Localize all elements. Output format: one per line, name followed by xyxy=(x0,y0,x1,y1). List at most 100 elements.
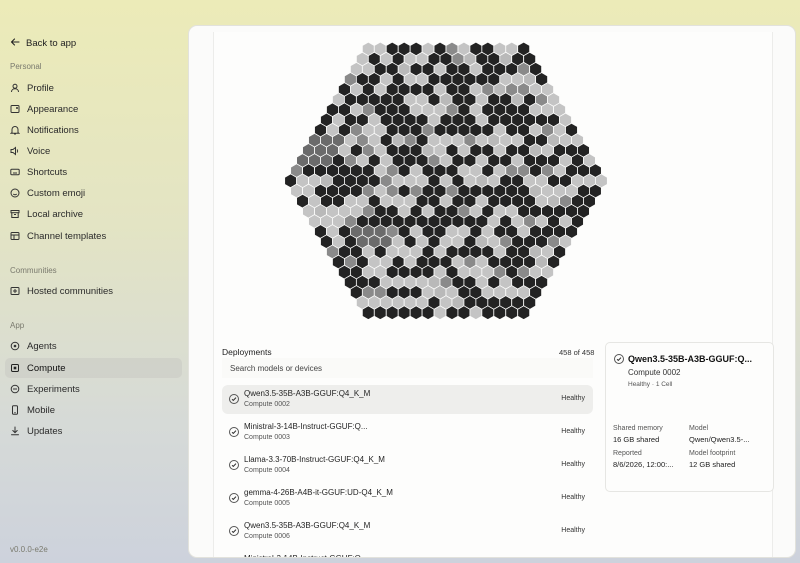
flask-icon xyxy=(10,384,20,394)
deployment-detail-card: Qwen3.5-35B-A3B-GGUF:Q... Compute 0002 H… xyxy=(605,342,774,492)
sidebar-item-label: Mobile xyxy=(27,404,55,416)
reported-label: Reported xyxy=(613,450,642,457)
back-to-app-link[interactable]: Back to app xyxy=(10,37,76,50)
model-value: Qwen/Qwen3.5-... xyxy=(689,435,750,444)
sidebar-item-label: Channel templates xyxy=(27,230,107,242)
sidebar-item-label: Profile xyxy=(27,82,54,94)
compute-cell[interactable] xyxy=(361,305,375,321)
sidebar-item-experiments[interactable]: Experiments xyxy=(5,379,182,399)
compute-cell[interactable] xyxy=(457,305,471,321)
app-version: v0.0.0-e2e xyxy=(10,545,48,554)
deployment-status: Healthy xyxy=(561,428,585,435)
sidebar-item-label: Compute xyxy=(27,362,66,374)
arrow-left-icon xyxy=(10,37,20,50)
agent-icon xyxy=(10,341,20,351)
deployment-name: Qwen3.5-35B-A3B-GGUF:Q4_K_M xyxy=(244,521,371,530)
deployment-device: Compute 0003 xyxy=(244,434,290,441)
deployment-status: Healthy xyxy=(561,461,585,468)
compute-cell[interactable] xyxy=(505,305,519,321)
check-circle-icon xyxy=(229,460,239,470)
compute-cell[interactable] xyxy=(373,305,387,321)
sidebar-item-profile[interactable]: Profile xyxy=(5,78,182,98)
detail-device: Compute 0002 xyxy=(628,368,681,377)
deployment-name: gemma-4-26B-A4B-it-GGUF:UD-Q4_K_M xyxy=(244,488,393,497)
deployment-row[interactable]: Ministral-3-14B-Instruct-GGUF:Q... Comput… xyxy=(222,418,593,447)
check-circle-icon xyxy=(229,394,239,404)
sidebar-item-notifications[interactable]: Notifications xyxy=(5,120,182,140)
deployment-name: Ministral-3-14B-Instruct-GGUF:Q... xyxy=(244,554,368,557)
palette-icon xyxy=(10,104,20,114)
compute-cell[interactable] xyxy=(517,305,531,321)
smile-icon xyxy=(10,188,20,198)
deployment-row[interactable]: Qwen3.5-35B-A3B-GGUF:Q4_K_M Compute 0006 H… xyxy=(222,517,593,546)
deployment-row[interactable]: Qwen3.5-35B-A3B-GGUF:Q4_K_M Compute 0002 H… xyxy=(222,385,593,414)
deployments-count: 458 of 458 xyxy=(559,348,595,357)
deployment-device: Compute 0005 xyxy=(244,500,290,507)
template-icon xyxy=(10,231,20,241)
sidebar-item-label: Custom emoji xyxy=(27,187,86,199)
server-icon xyxy=(10,286,20,296)
compute-cell[interactable] xyxy=(481,305,495,321)
reported-value: 8/6/2026, 12:00:... xyxy=(613,460,674,469)
speaker-icon xyxy=(10,146,20,156)
sidebar-item-voice[interactable]: Voice xyxy=(5,141,182,161)
section-personal: Personal xyxy=(10,62,42,71)
compute-cell[interactable] xyxy=(469,305,483,321)
detail-title: Qwen3.5-35B-A3B-GGUF:Q... xyxy=(628,354,753,364)
archive-icon xyxy=(10,209,20,219)
sidebar-item-updates[interactable]: Updates xyxy=(5,421,182,441)
section-communities: Communities xyxy=(10,266,57,275)
check-circle-icon xyxy=(614,354,624,364)
compute-hex-map[interactable] xyxy=(214,32,774,332)
sidebar-item-label: Agents xyxy=(27,340,57,352)
sidebar-item-label: Updates xyxy=(27,425,63,437)
phone-icon xyxy=(10,405,20,415)
deployment-row[interactable]: gemma-4-26B-A4B-it-GGUF:UD-Q4_K_M Compute… xyxy=(222,484,593,513)
compute-cell[interactable] xyxy=(433,305,447,321)
sidebar-item-appearance[interactable]: Appearance xyxy=(5,99,182,119)
sidebar-item-label: Hosted communities xyxy=(27,285,114,297)
deployment-device: Compute 0006 xyxy=(244,533,290,540)
compute-content: Deployments 458 of 458 Qwen3.5-35B-A3B-G… xyxy=(213,32,774,557)
check-circle-icon xyxy=(229,427,239,437)
check-circle-icon xyxy=(229,493,239,503)
sidebar-item-hosted-communities[interactable]: Hosted communities xyxy=(5,281,182,301)
sidebar-item-shortcuts[interactable]: Shortcuts xyxy=(5,162,182,182)
detail-meta: Healthy · 1 Cell xyxy=(628,381,673,388)
settings-sidebar: Back to app Personal Profile Appearance … xyxy=(0,0,188,563)
keyboard-icon xyxy=(10,167,20,177)
deployment-name: Ministral-3-14B-Instruct-GGUF:Q... xyxy=(244,422,368,431)
compute-cell[interactable] xyxy=(421,305,435,321)
sidebar-item-label: Experiments xyxy=(27,383,80,395)
compute-cell[interactable] xyxy=(409,305,423,321)
deployment-row[interactable]: Llama-3.3-70B-Instruct-GGUF:Q4_K_M Comput… xyxy=(222,451,593,480)
sidebar-item-label: Shortcuts xyxy=(27,166,68,178)
compute-cell[interactable] xyxy=(385,305,399,321)
sidebar-item-custom-emoji[interactable]: Custom emoji xyxy=(5,183,182,203)
deployment-row[interactable]: Ministral-3-14B-Instruct-GGUF:Q... xyxy=(222,550,593,557)
bell-icon xyxy=(10,125,20,135)
check-circle-icon xyxy=(229,526,239,536)
sidebar-item-mobile[interactable]: Mobile xyxy=(5,400,182,420)
back-to-app-label: Back to app xyxy=(26,38,77,49)
sidebar-item-channel-templates[interactable]: Channel templates xyxy=(5,226,182,246)
shared-memory-label: Shared memory xyxy=(613,425,663,432)
compute-panel: Deployments 458 of 458 Qwen3.5-35B-A3B-G… xyxy=(188,25,796,558)
model-label: Model xyxy=(689,425,709,432)
cpu-icon xyxy=(10,363,20,373)
deployment-name: Qwen3.5-35B-A3B-GGUF:Q4_K_M xyxy=(244,389,371,398)
sidebar-item-agents[interactable]: Agents xyxy=(5,336,182,356)
sidebar-item-label: Appearance xyxy=(27,103,79,115)
deployments-title: Deployments xyxy=(222,347,272,357)
sidebar-item-label: Voice xyxy=(27,145,51,157)
search-input[interactable] xyxy=(222,358,593,378)
model-footprint-value: 12 GB shared xyxy=(689,460,736,469)
compute-cell[interactable] xyxy=(397,305,411,321)
sidebar-item-compute[interactable]: Compute xyxy=(5,358,182,378)
sidebar-item-local-archive[interactable]: Local archive xyxy=(5,204,182,224)
compute-cell[interactable] xyxy=(493,305,507,321)
sidebar-item-label: Local archive xyxy=(27,208,83,220)
compute-cell[interactable] xyxy=(445,305,459,321)
user-icon xyxy=(10,83,20,93)
download-icon xyxy=(10,426,20,436)
